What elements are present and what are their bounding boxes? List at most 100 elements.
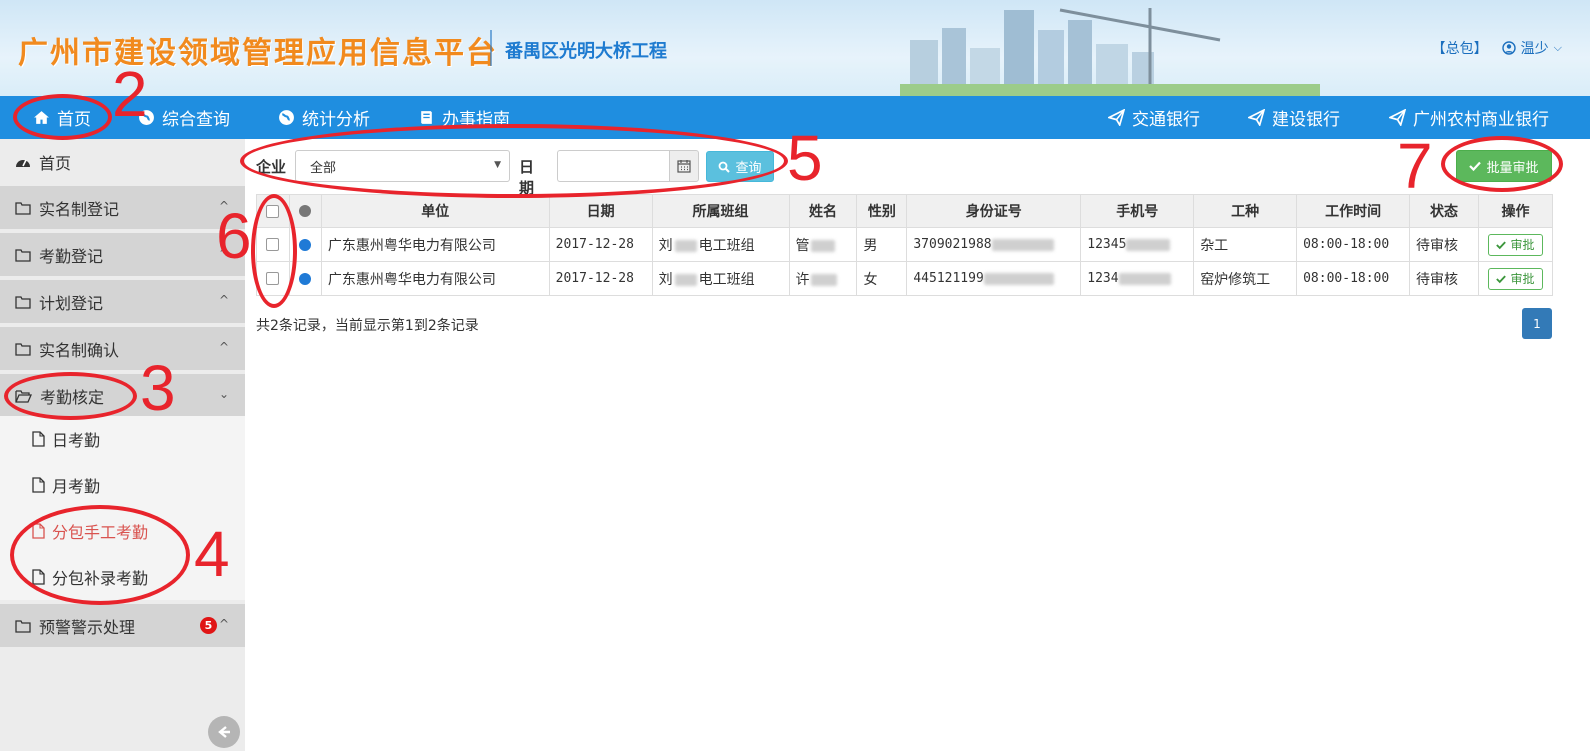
folder-icon [15,248,31,262]
query-button[interactable]: 查询 [706,151,774,182]
column-header[interactable]: 工作时间 [1296,194,1411,228]
chevron-down-icon: ⌵ [1553,41,1562,54]
redacted-text [991,238,1054,251]
annotation-number: 7 [1397,130,1433,202]
cell-name: 许 [788,261,858,296]
folder-icon [15,295,31,309]
company-select[interactable]: 全部 ▼ [295,150,510,182]
cell-id-number: 445121199 [906,261,1082,296]
nav-statistics[interactable]: 统计分析 [278,96,370,139]
company-select-value: 全部 [310,160,337,176]
cell-date: 2017-12-28 [548,227,653,262]
sidebar-item-label: 实名制登记 [39,199,120,219]
calendar-button[interactable] [669,150,699,182]
nav-guide[interactable]: 办事指南 [418,96,510,139]
sidebar-item-plan-register[interactable]: 计划登记 ^ [0,280,245,325]
user-menu[interactable]: 温少 ⌵ [1501,38,1562,58]
row-checkbox[interactable] [266,272,280,285]
send-icon [1389,109,1406,126]
redacted-text [1126,238,1171,251]
sidebar-item-label: 预警警示处理 [39,617,136,637]
sidebar-item-realname-confirm[interactable]: 实名制确认 ^ [0,327,245,372]
nav-bank-grcb[interactable]: 广州农村商业银行 [1389,96,1549,139]
title-divider [490,30,492,66]
sidebar-item-attendance-register[interactable]: 考勤登记 ^ [0,233,245,278]
cell-id-visible: 3709021988 [913,237,992,252]
batch-approve-label: 批量审批 [1486,160,1539,176]
sidebar: 首页 实名制登记 ^ 考勤登记 ^ 计划登记 ^ 实名制确认 ^ 考勤核定 ⌄ … [0,139,245,751]
cell-team: 刘 电工班组 [651,261,790,296]
platform-title: 广州市建设领域管理应用信息平台 [18,36,498,71]
column-header[interactable]: 工种 [1193,194,1298,228]
approve-button[interactable]: 审批 [1488,267,1543,290]
column-header[interactable]: 手机号 [1080,194,1195,228]
sidebar-subitem-monthly[interactable]: 月考勤 [0,462,245,508]
notification-badge: 5 [200,617,217,634]
caret-down-icon: ▼ [494,160,501,170]
sidebar-item-warning[interactable]: 预警警示处理 5 ^ [0,604,245,649]
check-icon [1496,240,1507,249]
header-banner: 广州市建设领域管理应用信息平台 番禺区光明大桥工程 【总包】 温少 ⌵ [0,0,1590,96]
nav-home-label: 首页 [57,110,91,130]
row-checkbox[interactable] [266,238,280,251]
column-header[interactable]: 单位 [320,194,550,228]
batch-approve-button[interactable]: 批量审批 [1456,150,1552,182]
sidebar-item-label: 考勤核定 [40,387,105,407]
cell-action: 审批 [1477,261,1554,296]
nav-query[interactable]: 综合查询 [138,96,230,139]
chevron-up-icon: ^ [218,293,229,307]
table-row[interactable]: 广东惠州粤华电力有限公司 2017-12-28 刘 电工班组 管 男 370902… [256,227,1554,262]
cell-name-visible: 许 [795,271,810,288]
chevron-up-icon: ^ [218,199,229,213]
date-input[interactable] [557,150,669,182]
cell-status: 待审核 [1409,227,1479,262]
file-icon [32,431,45,447]
nav-bank-ccb[interactable]: 建设银行 [1248,96,1340,139]
column-header[interactable]: 状态 [1409,194,1479,228]
nav-home[interactable]: 首页 [33,96,91,139]
dashboard-icon [16,159,30,167]
sidebar-item-label: 实名制确认 [39,340,120,360]
column-header[interactable]: 身份证号 [906,194,1082,228]
check-icon [1469,161,1482,172]
home-icon [34,111,49,124]
cell-work-time: 08:00-18:00 [1296,227,1411,262]
column-header[interactable]: 所属班组 [651,194,790,228]
cell-phone-visible: 12345 [1087,237,1127,252]
general-contract-link[interactable]: 【总包】 [1432,38,1488,58]
nav-bank-bocom[interactable]: 交通银行 [1108,96,1200,139]
redacted-text [810,239,835,252]
cell-status: 待审核 [1409,261,1479,296]
table-row[interactable]: 广东惠州粤华电力有限公司 2017-12-28 刘 电工班组 许 女 445121… [256,261,1554,296]
sidebar-item-realname-register[interactable]: 实名制登记 ^ [0,186,245,231]
chevron-up-icon: ^ [218,617,229,631]
folder-open-icon [15,389,32,403]
redacted-text [983,272,1054,285]
cell-phone: 1234 [1080,261,1195,296]
collapse-sidebar-button[interactable] [208,716,240,748]
redacted-text [1118,272,1171,285]
column-header[interactable]: 性别 [856,194,908,228]
pagination-page[interactable]: 1 [1522,308,1552,339]
select-all-checkbox[interactable] [266,204,280,218]
send-icon [1108,109,1125,126]
cell-date: 2017-12-28 [548,261,653,296]
column-header[interactable]: 姓名 [788,194,858,228]
column-header[interactable]: 日期 [548,194,653,228]
approve-button[interactable]: 审批 [1488,233,1543,256]
approve-label: 审批 [1510,238,1535,252]
cell-action: 审批 [1477,227,1554,262]
attendance-table: 单位 日期 所属班组 姓名 性别 身份证号 手机号 工种 工作时间 状态 操作 … [256,194,1554,296]
cell-team: 刘 电工班组 [651,227,790,262]
file-icon [32,477,45,493]
cell-phone: 12345 [1080,227,1195,262]
cell-company: 广东惠州粤华电力有限公司 [320,261,550,296]
sidebar-item-home[interactable]: 首页 [0,139,245,184]
sidebar-item-attendance-verify[interactable]: 考勤核定 ⌄ [0,374,245,419]
folder-icon [15,619,31,633]
row-select-cell [256,261,290,296]
sidebar-subitem-sub-supplement[interactable]: 分包补录考勤 [0,554,245,600]
sidebar-subitem-label: 月考勤 [52,477,101,496]
sidebar-subitem-sub-manual[interactable]: 分包手工考勤 [0,508,245,554]
sidebar-subitem-daily[interactable]: 日考勤 [0,416,245,462]
